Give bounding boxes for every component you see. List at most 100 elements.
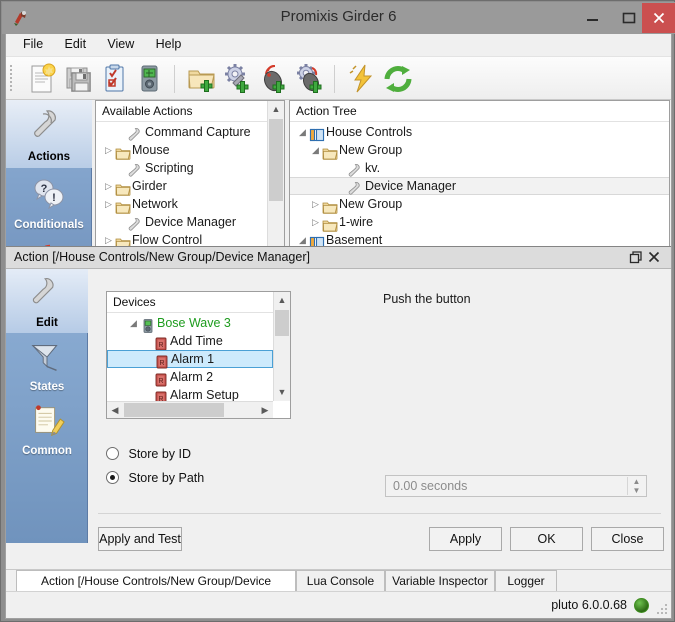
close-button-dialog[interactable]: Close	[591, 527, 664, 551]
add-folder-icon[interactable]	[184, 61, 220, 97]
tree-row[interactable]: Device Manager	[290, 177, 669, 195]
tab-logger[interactable]: Logger	[495, 570, 557, 592]
save-icon[interactable]	[60, 61, 96, 97]
apply-and-test-button[interactable]: Apply and Test	[98, 527, 182, 551]
menu-edit[interactable]: Edit	[56, 34, 96, 54]
svg-text:!: !	[52, 192, 56, 204]
refresh-icon[interactable]	[380, 61, 416, 97]
scroll-down-icon[interactable]: ▼	[274, 384, 290, 401]
tree-row[interactable]: R Add Time	[107, 332, 273, 351]
tree-row-label: Alarm Setup	[170, 388, 239, 401]
add-conditional-icon[interactable]	[292, 61, 328, 97]
new-document-icon[interactable]	[24, 61, 60, 97]
lightning-icon[interactable]	[344, 61, 380, 97]
apply-button[interactable]: Apply	[429, 527, 502, 551]
tab-lua-console[interactable]: Lua Console	[296, 570, 385, 592]
add-action-icon[interactable]	[220, 61, 256, 97]
radio-indicator-path[interactable]	[106, 471, 119, 484]
dialog-hint-text: Push the button	[383, 292, 471, 306]
scroll-thumb[interactable]	[275, 310, 289, 336]
ok-button[interactable]: OK	[510, 527, 583, 551]
svg-text:R: R	[159, 360, 164, 367]
devices-tree[interactable]: ◢ Bose Wave 3 R Add Time R Alarm 1 R Alarm 2 R Al…	[107, 314, 273, 401]
toolbar	[6, 56, 671, 100]
store-by-id-radio[interactable]: Store by ID	[106, 447, 191, 461]
tab-action-editor[interactable]: Action [/House Controls/New Group/Device…	[16, 570, 296, 609]
scroll-thumb[interactable]	[269, 119, 283, 201]
tree-row[interactable]: R Alarm 1	[107, 350, 273, 369]
close-button[interactable]	[642, 3, 675, 33]
scroll-up-icon[interactable]: ▲	[274, 292, 290, 309]
dialog-close-icon[interactable]	[647, 250, 663, 266]
chevron-down-icon[interactable]: ◢	[309, 141, 322, 159]
svg-text:R: R	[158, 378, 163, 385]
chevron-right-icon[interactable]: ▷	[309, 213, 322, 231]
tree-row-label: Alarm 2	[170, 370, 214, 384]
chevron-right-icon[interactable]: ▷	[102, 177, 115, 195]
tree-row[interactable]: ◢ Bose Wave 3	[107, 314, 273, 333]
tree-row[interactable]: R Alarm Setup	[107, 386, 273, 401]
sidebar-item-conditionals[interactable]: ? ! Conditionals	[6, 168, 92, 236]
spinner-down-icon[interactable]: ▼	[628, 486, 645, 495]
tree-row[interactable]: Command Capture	[96, 123, 267, 141]
tree-row-label: Command Capture	[145, 125, 251, 139]
tree-row[interactable]: ◢ House Controls	[290, 123, 669, 142]
tree-row[interactable]: R Alarm 2	[107, 368, 273, 387]
scroll-left-icon[interactable]: ◀	[107, 402, 123, 418]
tree-row[interactable]: ▷ Mouse	[96, 141, 267, 160]
dialog-tab-common[interactable]: Common	[6, 397, 88, 461]
menu-view[interactable]: View	[98, 34, 143, 54]
dialog-tab-edit[interactable]: Edit	[6, 269, 88, 333]
menu-file[interactable]: File	[14, 34, 52, 54]
store-by-path-label: Store by Path	[128, 471, 205, 485]
dialog-title: Action [/House Controls/New Group/Device…	[14, 250, 310, 264]
device-icon[interactable]	[132, 61, 168, 97]
chevron-right-icon[interactable]: ▷	[309, 195, 322, 213]
status-version-text: pluto 6.0.0.68	[551, 598, 627, 612]
client-area: File Edit View Help Actions ? ! Conditio…	[5, 34, 672, 619]
dialog-tab-states[interactable]: States	[6, 333, 88, 397]
restore-icon[interactable]	[629, 250, 645, 266]
tree-row-label: 1-wire	[339, 215, 374, 229]
tree-row-label: Network	[132, 197, 178, 211]
scroll-up-icon[interactable]: ▲	[268, 101, 284, 118]
clipboard-check-icon[interactable]	[96, 61, 132, 97]
scroll-thumb-h[interactable]	[124, 403, 224, 417]
spinner-up-icon[interactable]: ▲	[628, 477, 645, 486]
delay-spinner[interactable]: 0.00 seconds ▲ ▼	[385, 475, 647, 497]
tree-row[interactable]: ▷ Girder	[96, 177, 267, 196]
add-event-icon[interactable]	[256, 61, 292, 97]
radio-indicator-id[interactable]	[106, 447, 119, 460]
tree-row[interactable]: kv.	[290, 159, 669, 177]
spinner-arrows[interactable]: ▲ ▼	[627, 477, 645, 495]
tree-row[interactable]: ▷ 1-wire	[290, 213, 669, 232]
tree-row-label: New Group	[339, 143, 403, 157]
toolbar-grip[interactable]	[10, 63, 14, 95]
sidebar-item-actions[interactable]: Actions	[6, 100, 92, 168]
tree-row-label: House Controls	[326, 125, 413, 139]
tree-row-label: New Group	[339, 197, 403, 211]
tree-row[interactable]: ▷ New Group	[290, 195, 669, 214]
resize-grip[interactable]	[657, 604, 667, 614]
chevron-down-icon[interactable]: ◢	[296, 123, 309, 141]
store-by-path-radio[interactable]: Store by Path	[106, 471, 204, 485]
toolbar-separator	[174, 65, 175, 93]
sidebar-item-conditionals-label: Conditionals	[14, 219, 84, 231]
tree-row-label: kv.	[365, 161, 381, 175]
devices-vscrollbar[interactable]: ▲ ▼	[273, 292, 290, 401]
dialog-separator	[98, 513, 661, 514]
tab-variable-inspector[interactable]: Variable Inspector	[385, 570, 495, 592]
tree-row[interactable]: Device Manager	[96, 213, 267, 231]
chevron-right-icon[interactable]: ▷	[102, 195, 115, 213]
tree-row[interactable]: ▷ Network	[96, 195, 267, 214]
scroll-right-icon[interactable]: ▶	[257, 402, 273, 418]
tree-row[interactable]: Scripting	[96, 159, 267, 177]
toolbar-separator-2	[334, 65, 335, 93]
chevron-down-icon[interactable]: ◢	[127, 314, 140, 332]
tree-row[interactable]: ◢ New Group	[290, 141, 669, 160]
status-bar: pluto 6.0.0.68	[6, 591, 671, 618]
chevron-right-icon[interactable]: ▷	[102, 141, 115, 159]
wrench-icon	[28, 274, 66, 315]
devices-hscrollbar[interactable]: ◀ ▶	[107, 401, 273, 418]
menu-help[interactable]: Help	[147, 34, 191, 54]
